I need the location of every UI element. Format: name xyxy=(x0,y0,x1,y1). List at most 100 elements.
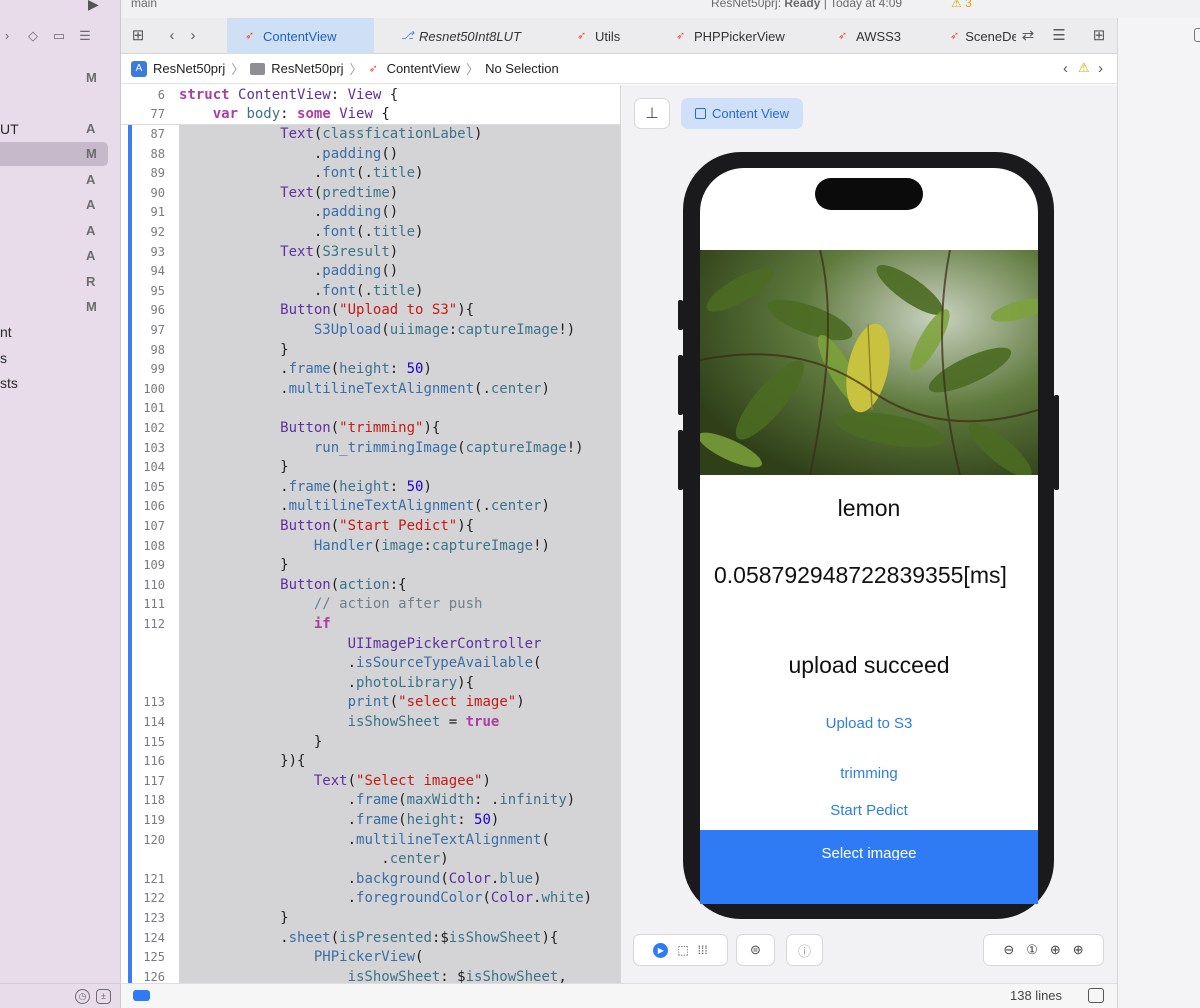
tab-awss3[interactable]: ➶ AWSS3 xyxy=(820,18,925,54)
breadcrumb-selection[interactable]: No Selection xyxy=(485,61,559,76)
tab-utils[interactable]: ➶ Utils xyxy=(559,18,649,54)
selectable-mode-icon[interactable]: ⬚ xyxy=(677,943,688,957)
back-icon[interactable]: ‹ xyxy=(164,28,180,44)
source-control-filter-icon[interactable]: ± xyxy=(96,988,111,1004)
source-editor[interactable]: 6 struct ContentView: View {77 var body: … xyxy=(121,85,620,983)
warning-badge[interactable]: ⚠ 3 xyxy=(951,0,972,10)
code-line[interactable]: 90 Text(predtime) xyxy=(121,184,620,204)
sticky-code-line[interactable]: 77 var body: some View { xyxy=(121,105,620,125)
code-line[interactable]: UIImagePickerController xyxy=(121,635,620,655)
code-line[interactable]: 99 .frame(height: 50) xyxy=(121,360,620,380)
code-line[interactable]: 87 Text(classficationLabel) xyxy=(121,125,620,145)
tab-scenedelegate[interactable]: ➶SceneDelegate xyxy=(932,18,1016,54)
navigator-file-row[interactable]: UT A xyxy=(0,117,121,141)
code-line[interactable]: 97 S3Upload(uiimage:captureImage!) xyxy=(121,321,620,341)
code-line[interactable]: 113 print("select image") xyxy=(121,693,620,713)
code-line[interactable]: 101 xyxy=(121,399,620,419)
chevron-right-icon[interactable]: › xyxy=(0,29,14,43)
upload-to-s3-button[interactable]: Upload to S3 xyxy=(700,715,1038,732)
add-editor-icon[interactable]: ⊞ xyxy=(1091,28,1107,44)
code-line[interactable]: 116 }){ xyxy=(121,752,620,772)
code-line[interactable]: 98 } xyxy=(121,341,620,361)
report-navigator-icon[interactable]: ☰ xyxy=(78,29,92,43)
run-icon[interactable]: ▶ xyxy=(88,0,99,13)
issue-navigator-icon[interactable]: ◇ xyxy=(26,29,40,43)
code-line[interactable]: 125 PHPickerView( xyxy=(121,948,620,968)
zoom-out-icon[interactable]: ⊖ xyxy=(1003,942,1014,958)
inspector-toggle-icon[interactable] xyxy=(1194,28,1200,42)
code-line[interactable]: 118 .frame(maxWidth: .infinity) xyxy=(121,791,620,811)
tests-icon[interactable]: ▭ xyxy=(52,29,66,43)
code-line[interactable]: 106 .multilineTextAlignment(.center) xyxy=(121,497,620,517)
code-line[interactable]: 105 .frame(height: 50) xyxy=(121,478,620,498)
navigator-file-row[interactable]: M xyxy=(0,295,121,319)
content-view-preview-button[interactable]: Content View xyxy=(681,98,803,129)
live-preview-icon[interactable]: ▶ xyxy=(653,942,669,958)
recent-files-icon[interactable]: ◷ xyxy=(75,988,90,1004)
code-line[interactable]: .isSourceTypeAvailable( xyxy=(121,654,620,674)
navigator-file-row[interactable]: M xyxy=(0,142,108,166)
code-line[interactable]: 121 .background(Color.blue) xyxy=(121,870,620,890)
tab-contentview[interactable]: ➶ ContentView xyxy=(227,18,374,54)
breadcrumb-project[interactable]: ResNet50prj xyxy=(153,61,225,76)
grid-icon[interactable]: ⊞ xyxy=(130,28,146,44)
code-line[interactable]: 100 .multilineTextAlignment(.center) xyxy=(121,380,620,400)
code-line[interactable]: 107 Button("Start Pedict"){ xyxy=(121,517,620,537)
pin-icon[interactable]: ⊥ xyxy=(634,98,670,129)
code-line[interactable]: 89 .font(.title) xyxy=(121,164,620,184)
start-predict-button[interactable]: Start Pedict xyxy=(700,802,1038,819)
code-line[interactable]: 95 .font(.title) xyxy=(121,282,620,302)
zoom-in-icon[interactable]: ⊕ xyxy=(1073,942,1084,958)
code-line[interactable]: 94 .padding() xyxy=(121,262,620,282)
debug-panel-icon[interactable] xyxy=(1088,988,1104,1003)
navigator-file-row[interactable]: A xyxy=(0,244,121,268)
code-line[interactable]: 114 isShowSheet = true xyxy=(121,713,620,733)
tab-resnet50int8lut[interactable]: ⎇ Resnet50Int8LUT xyxy=(383,18,543,54)
breadcrumb-file[interactable]: ContentView xyxy=(387,61,460,76)
swap-editors-icon[interactable]: ⇄ xyxy=(1020,28,1036,44)
navigator-file-row[interactable]: A xyxy=(0,193,121,217)
editor-options-icon[interactable]: ☰ xyxy=(1048,28,1070,44)
forward-icon[interactable]: › xyxy=(185,28,201,44)
code-line[interactable]: 126 isShowSheet: $isShowSheet, xyxy=(121,968,620,983)
code-line[interactable]: 111 // action after push xyxy=(121,595,620,615)
code-line[interactable]: 110 Button(action:{ xyxy=(121,576,620,596)
variants-icon[interactable]: ⁞⁞⁞ xyxy=(698,943,708,957)
code-line[interactable]: 103 run_trimmingImage(captureImage!) xyxy=(121,439,620,459)
code-line[interactable]: 102 Button("trimming"){ xyxy=(121,419,620,439)
previous-issue-icon[interactable]: ‹ xyxy=(1063,60,1068,77)
code-line[interactable]: 92 .font(.title) xyxy=(121,223,620,243)
breadcrumb-group[interactable]: ResNet50prj xyxy=(271,61,343,76)
code-line[interactable]: 122 .foregroundColor(Color.white) xyxy=(121,889,620,909)
code-line[interactable]: 91 .padding() xyxy=(121,203,620,223)
next-issue-icon[interactable]: › xyxy=(1098,60,1103,77)
code-line[interactable]: 124 .sheet(isPresented:$isShowSheet){ xyxy=(121,929,620,949)
code-line[interactable]: .photoLibrary){ xyxy=(121,674,620,694)
debug-area-toggle[interactable] xyxy=(133,990,150,1001)
navigator-file-row[interactable]: A xyxy=(0,219,121,243)
tab-phppickerview[interactable]: ➶ PHPPickerView xyxy=(658,18,808,54)
code-line[interactable]: 108 Handler(image:captureImage!) xyxy=(121,537,620,557)
navigator-file-row[interactable]: s xyxy=(0,346,121,370)
device-info-icon[interactable]: ⓘ xyxy=(786,934,823,966)
code-line[interactable]: 119 .frame(height: 50) xyxy=(121,811,620,831)
code-line[interactable]: 93 Text(S3result) xyxy=(121,243,620,263)
code-line[interactable]: 104 } xyxy=(121,458,620,478)
navigator-file-row[interactable]: R xyxy=(0,270,121,294)
navigator-file-row[interactable]: M xyxy=(0,66,121,90)
code-line[interactable]: 109 } xyxy=(121,556,620,576)
code-line[interactable]: .center) xyxy=(121,850,620,870)
device-settings-icon[interactable]: ⊜ xyxy=(736,934,775,966)
sticky-code-line[interactable]: 6 struct ContentView: View { xyxy=(121,86,620,106)
code-line[interactable]: 123 } xyxy=(121,909,620,929)
code-line[interactable]: 96 Button("Upload to S3"){ xyxy=(121,301,620,321)
code-line[interactable]: 88 .padding() xyxy=(121,145,620,165)
zoom-to-fit-icon[interactable]: ⊕ xyxy=(1050,942,1061,958)
code-line[interactable]: 117 Text("Select imagee") xyxy=(121,772,620,792)
code-line[interactable]: 120 .multilineTextAlignment( xyxy=(121,831,620,851)
navigator-file-row[interactable]: A xyxy=(0,168,121,192)
code-line[interactable]: 115 } xyxy=(121,733,620,753)
code-line[interactable]: 112 if xyxy=(121,615,620,635)
zoom-100-icon[interactable]: ① xyxy=(1026,942,1038,958)
branch-label[interactable]: main xyxy=(131,0,157,10)
